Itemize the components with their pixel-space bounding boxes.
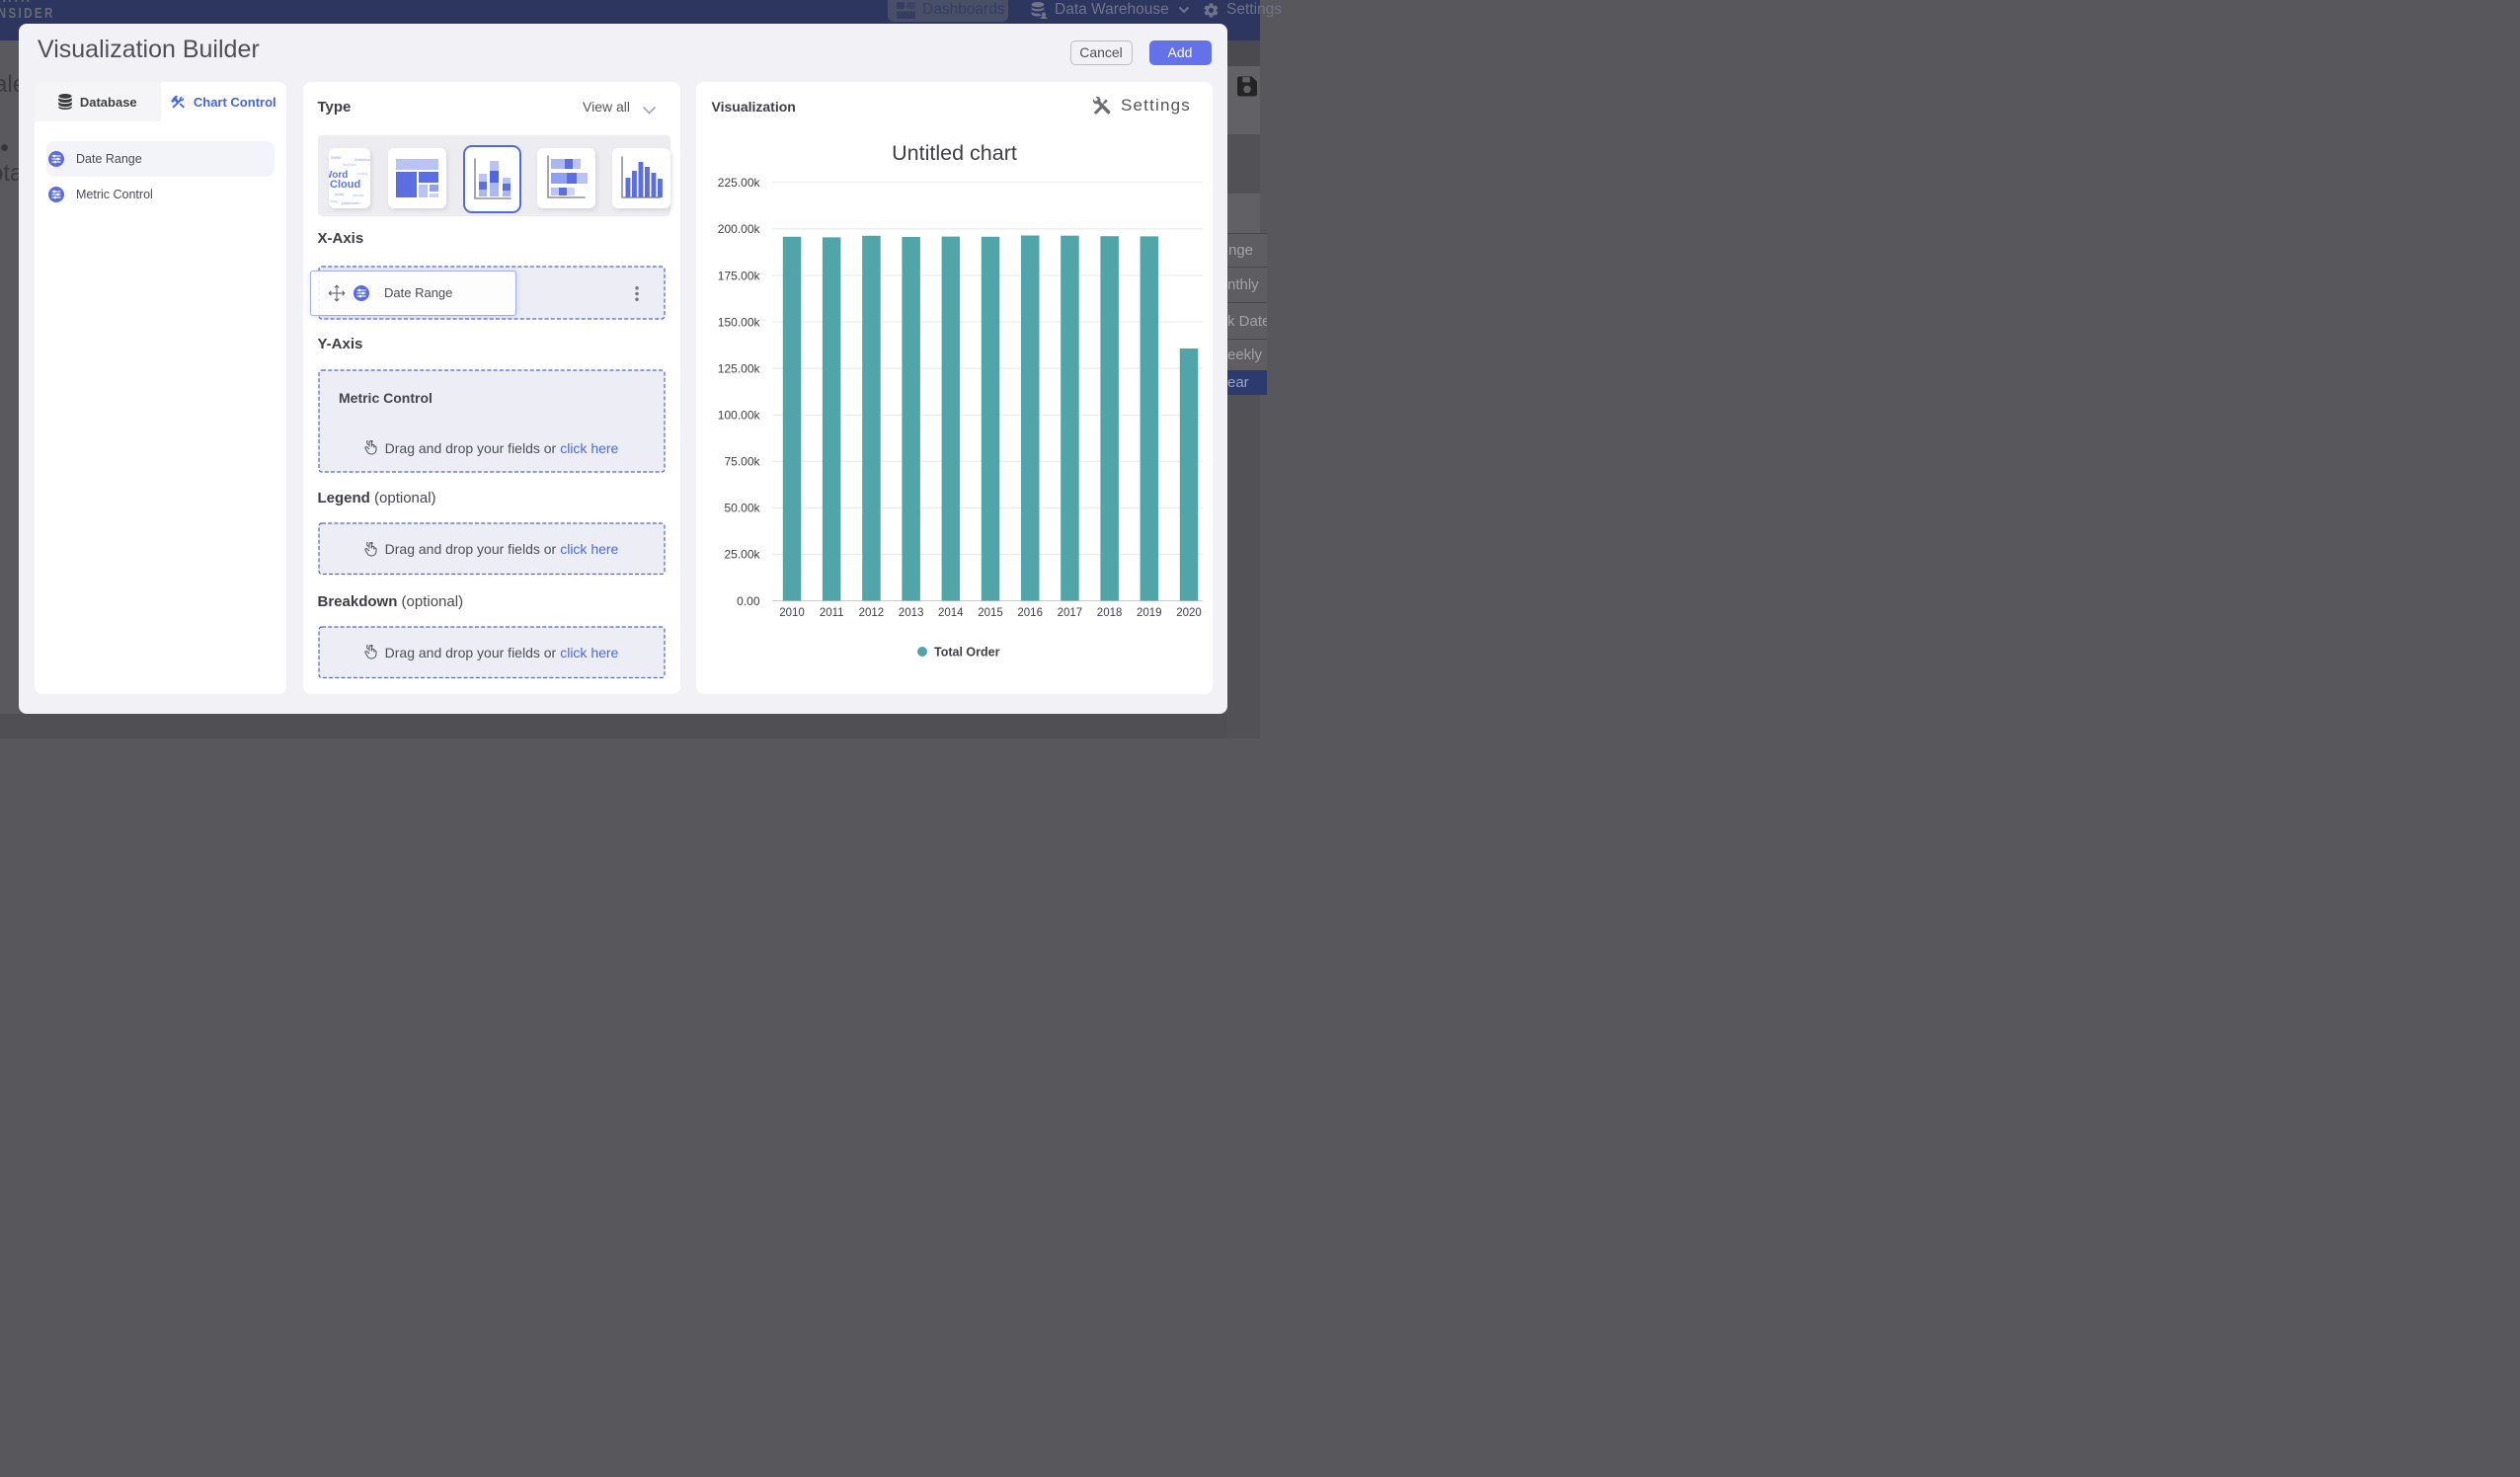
svg-text:175.00k: 175.00k [718,269,761,282]
svg-text:75.00k: 75.00k [724,455,760,469]
svg-text:2019: 2019 [1137,607,1162,619]
svg-text:125.00k: 125.00k [718,361,761,375]
svg-text:2013: 2013 [899,607,924,619]
svg-text:50.00k: 50.00k [724,502,760,515]
svg-text:150.00k: 150.00k [718,315,761,329]
svg-text:2018: 2018 [1097,607,1123,619]
svg-text:2020: 2020 [1176,607,1202,619]
svg-text:2014: 2014 [938,607,964,619]
svg-text:2016: 2016 [1017,607,1043,619]
svg-text:100.00k: 100.00k [718,409,761,423]
svg-text:25.00k: 25.00k [724,548,760,562]
svg-text:225.00k: 225.00k [718,176,761,190]
svg-text:2015: 2015 [978,607,1003,619]
svg-text:2017: 2017 [1058,607,1083,619]
svg-text:2010: 2010 [779,607,805,619]
svg-text:200.00k: 200.00k [718,222,761,236]
svg-text:Total Order: Total Order [934,646,1000,660]
svg-text:2012: 2012 [859,607,885,619]
svg-text:0.00: 0.00 [737,594,760,608]
svg-text:2011: 2011 [820,607,844,619]
